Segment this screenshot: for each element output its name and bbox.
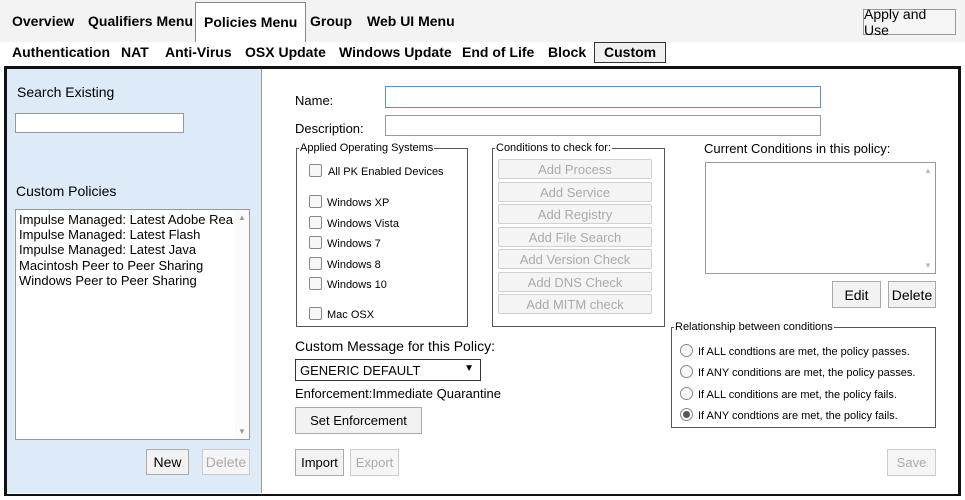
menu-qualifiers[interactable]: Qualifiers Menu (88, 13, 193, 29)
tab-end-of-life[interactable]: End of Life (462, 44, 534, 60)
delete-condition-button[interactable]: Delete (888, 281, 936, 308)
add-file-search-button[interactable]: Add File Search (498, 227, 652, 247)
applied-os-legend: Applied Operating Systems (300, 142, 434, 154)
list-item[interactable]: Impulse Managed: Latest Java (19, 242, 196, 257)
description-label: Description: (295, 121, 364, 136)
checkbox-label: All PK Enabled Devices (328, 166, 444, 178)
radio-label: If ALL conditions are met, the policy fa… (698, 389, 897, 401)
list-item[interactable]: Impulse Managed: Latest Adobe Rea (19, 212, 233, 227)
delete-policy-button[interactable]: Delete (202, 449, 250, 475)
checkbox-windows-xp[interactable] (309, 195, 322, 208)
set-enforcement-button[interactable]: Set Enforcement (295, 407, 422, 434)
current-conditions-label: Current Conditions in this policy: (704, 141, 891, 156)
name-label: Name: (295, 93, 334, 108)
radio-any-pass[interactable] (680, 365, 693, 378)
list-item[interactable]: Impulse Managed: Latest Flash (19, 227, 200, 242)
radio-label: If ALL condtions are met, the policy pas… (698, 346, 910, 358)
tab-custom[interactable]: Custom (594, 42, 667, 63)
custom-policies-list[interactable]: Impulse Managed: Latest Adobe Rea Impuls… (15, 209, 250, 440)
list-item[interactable]: Macintosh Peer to Peer Sharing (19, 258, 203, 273)
list-scrollbar[interactable]: ▲ ▼ (235, 210, 249, 439)
edit-condition-button[interactable]: Edit (832, 281, 881, 308)
tab-authentication[interactable]: Authentication (12, 44, 110, 60)
checkbox-windows-10[interactable] (309, 277, 322, 290)
menu-group[interactable]: Group (310, 13, 352, 29)
add-version-check-button[interactable]: Add Version Check (498, 249, 652, 269)
radio-label: If ANY conditions are met, the policy pa… (698, 367, 916, 379)
custom-message-label: Custom Message for this Policy: (295, 338, 495, 354)
add-process-button[interactable]: Add Process (498, 159, 652, 179)
tab-nat[interactable]: NAT (121, 44, 149, 60)
scroll-down-icon[interactable]: ▼ (238, 427, 246, 436)
search-existing-input[interactable] (15, 113, 184, 133)
checkbox-label: Mac OSX (327, 309, 375, 321)
checkbox-windows-7[interactable] (309, 236, 322, 249)
name-input[interactable] (385, 86, 821, 108)
import-button[interactable]: Import (295, 449, 344, 476)
add-service-button[interactable]: Add Service (498, 182, 652, 202)
checkbox-label: Windows 8 (327, 259, 381, 271)
tab-osx-update[interactable]: OSX Update (245, 44, 326, 60)
conditions-legend: Conditions to check for: (496, 142, 611, 154)
checkbox-all-pk[interactable] (309, 164, 322, 177)
checkbox-windows-vista[interactable] (309, 216, 322, 229)
radio-all-fail[interactable] (680, 387, 693, 400)
scroll-up-icon[interactable]: ▲ (924, 166, 932, 175)
add-registry-button[interactable]: Add Registry (498, 204, 652, 224)
relationship-legend: Relationship between conditions (675, 321, 833, 333)
description-input[interactable] (385, 115, 821, 136)
list-item[interactable]: Windows Peer to Peer Sharing (19, 273, 197, 288)
custom-message-select[interactable]: GENERIC DEFAULT ▼ (295, 359, 481, 381)
enforcement-text: Enforcement:Immediate Quarantine (295, 386, 501, 401)
checkbox-label: Windows 7 (327, 238, 381, 250)
menu-web-ui[interactable]: Web UI Menu (367, 13, 455, 29)
conditions-scrollbar[interactable]: ▲ ▼ (921, 163, 935, 273)
checkbox-label: Windows Vista (327, 218, 399, 230)
export-button[interactable]: Export (350, 449, 399, 476)
custom-message-value: GENERIC DEFAULT (300, 363, 421, 378)
chevron-down-icon: ▼ (464, 363, 474, 374)
scroll-down-icon[interactable]: ▼ (924, 261, 932, 270)
add-dns-check-button[interactable]: Add DNS Check (498, 272, 652, 292)
radio-any-fail[interactable] (680, 408, 693, 421)
custom-policies-label: Custom Policies (16, 183, 117, 199)
new-policy-button[interactable]: New (146, 449, 189, 475)
checkbox-label: Windows 10 (327, 279, 387, 291)
scroll-up-icon[interactable]: ▲ (238, 213, 246, 222)
menu-overview[interactable]: Overview (12, 13, 74, 29)
tab-windows-update[interactable]: Windows Update (339, 44, 452, 60)
menu-policies[interactable]: Policies Menu (195, 2, 307, 42)
checkbox-label: Windows XP (327, 197, 390, 209)
radio-all-pass[interactable] (680, 344, 693, 357)
apply-and-use-button[interactable]: Apply and Use (863, 6, 956, 38)
tab-block[interactable]: Block (548, 44, 586, 60)
radio-label: If ANY condtions are met, the policy fai… (698, 410, 898, 422)
tab-anti-virus[interactable]: Anti-Virus (165, 44, 232, 60)
checkbox-mac-osx[interactable] (309, 307, 322, 320)
checkbox-windows-8[interactable] (309, 257, 322, 270)
add-mitm-check-button[interactable]: Add MITM check (498, 294, 652, 314)
save-button[interactable]: Save (887, 449, 936, 476)
search-existing-label: Search Existing (17, 84, 115, 100)
current-conditions-list[interactable]: ▲ ▼ (705, 162, 936, 274)
